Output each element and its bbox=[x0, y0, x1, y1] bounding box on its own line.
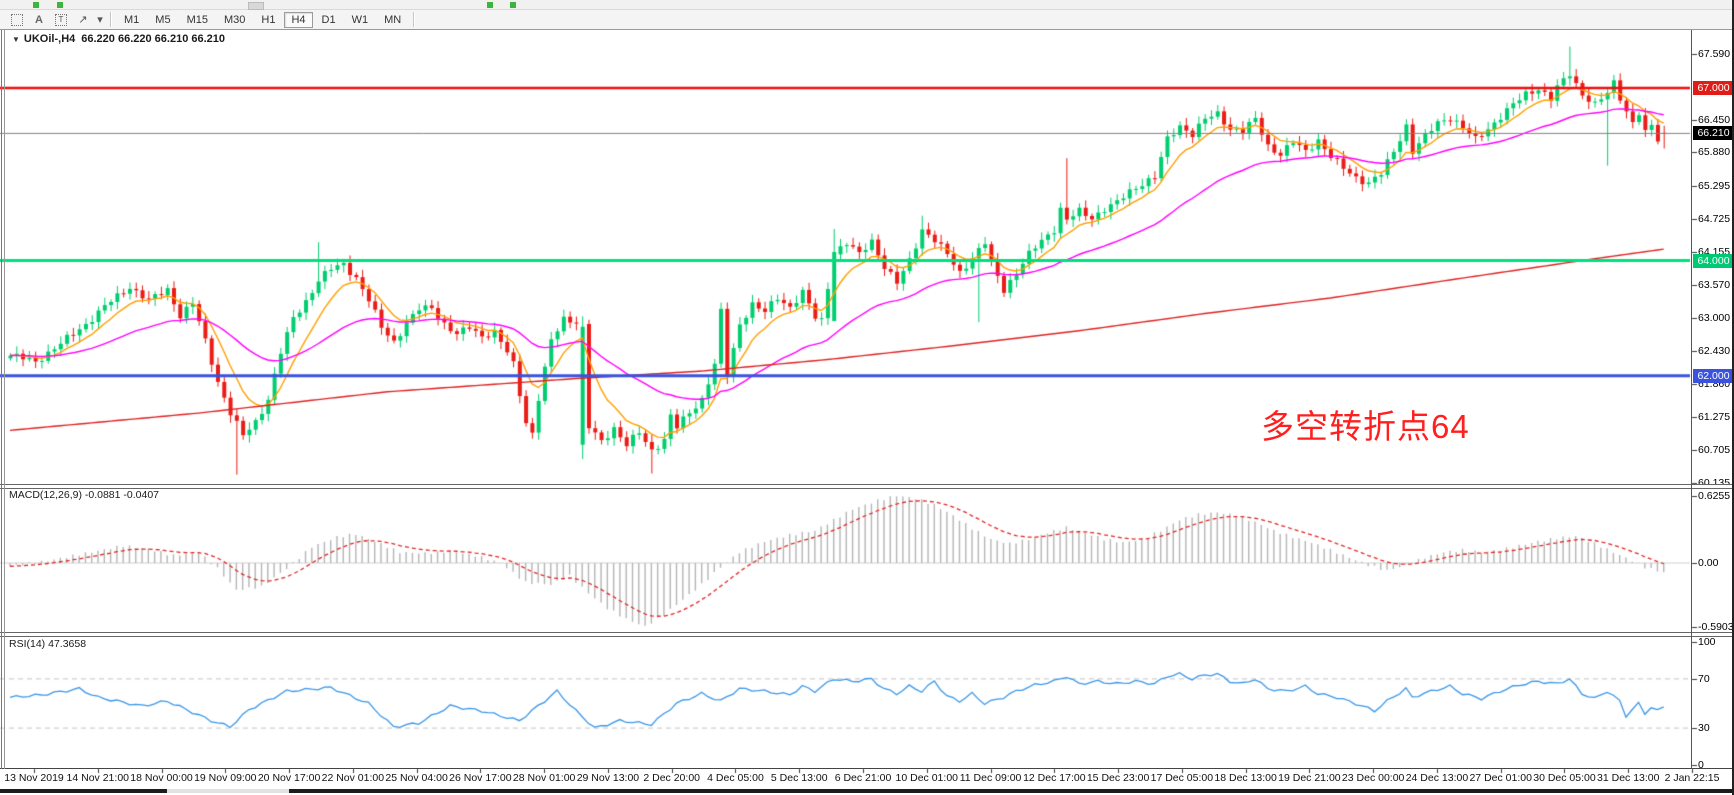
macd-axis-label: -0.5903 bbox=[1698, 621, 1734, 633]
macd-name: MACD(12,26,9) bbox=[9, 489, 82, 501]
time-axis-label: 18 Dec 13:00 bbox=[1214, 772, 1276, 784]
price-axis-label: 61.275 bbox=[1698, 411, 1730, 423]
price-axis-border bbox=[1691, 30, 1692, 769]
rsi-value: 47.3658 bbox=[48, 638, 86, 650]
time-axis-label: 26 Nov 17:00 bbox=[449, 772, 511, 784]
scrollbar-thumb[interactable] bbox=[167, 789, 289, 793]
time-axis-label: 12 Dec 17:00 bbox=[1023, 772, 1085, 784]
time-axis-label: 28 Nov 01:00 bbox=[513, 772, 575, 784]
rsi-bottom-border bbox=[0, 768, 1734, 769]
time-axis-label: 23 Dec 00:00 bbox=[1342, 772, 1404, 784]
time-axis-label: 29 Nov 13:00 bbox=[577, 772, 639, 784]
rsi-axis-label: 70 bbox=[1698, 673, 1710, 685]
price-axis-badge: 67.000 bbox=[1693, 81, 1734, 95]
chart-top-border bbox=[0, 29, 1734, 30]
time-axis-label: 31 Dec 13:00 bbox=[1597, 772, 1659, 784]
time-axis-label: 10 Dec 01:00 bbox=[896, 772, 958, 784]
macd-axis-label: 0.6255 bbox=[1698, 490, 1730, 502]
time-axis-label: 19 Dec 21:00 bbox=[1278, 772, 1340, 784]
price-axis-label: 63.570 bbox=[1698, 279, 1730, 291]
time-axis-label: 15 Dec 23:00 bbox=[1087, 772, 1149, 784]
price-axis-label: 64.725 bbox=[1698, 213, 1730, 225]
window-left-edge-inner bbox=[4, 30, 5, 769]
time-axis-label: 24 Dec 13:00 bbox=[1406, 772, 1468, 784]
chart-title: ▼ UKOil-,H4 66.220 66.220 66.210 66.210 bbox=[12, 33, 225, 45]
chart-annotation-text: 多空转折点64 bbox=[1261, 400, 1470, 448]
time-axis-label: 11 Dec 09:00 bbox=[960, 772, 1022, 784]
time-axis-label: 6 Dec 21:00 bbox=[835, 772, 892, 784]
time-axis-label: 13 Nov 2019 bbox=[4, 772, 64, 784]
rsi-indicator-label: RSI(14) 47.3658 bbox=[9, 638, 86, 650]
price-axis-label: 60.705 bbox=[1698, 444, 1730, 456]
window-left-edge bbox=[1, 30, 2, 769]
price-axis-label: 65.295 bbox=[1698, 180, 1730, 192]
time-axis-label: 22 Nov 01:00 bbox=[322, 772, 384, 784]
price-axis-badge: 62.000 bbox=[1693, 369, 1734, 383]
time-axis-label: 2 Dec 20:00 bbox=[643, 772, 700, 784]
price-axis-label: 66.450 bbox=[1698, 114, 1730, 126]
price-axis-label: 65.880 bbox=[1698, 146, 1730, 158]
time-axis-label: 25 Nov 04:00 bbox=[385, 772, 447, 784]
time-axis-label: 2 Jan 22:15 bbox=[1665, 772, 1720, 784]
main-macd-splitter[interactable] bbox=[0, 484, 1734, 489]
time-axis-label: 19 Nov 09:00 bbox=[194, 772, 256, 784]
time-axis-label: 30 Dec 05:00 bbox=[1533, 772, 1595, 784]
time-axis-label: 27 Dec 01:00 bbox=[1469, 772, 1531, 784]
symbol-period-label: UKOil-,H4 bbox=[24, 33, 75, 45]
collapse-triangle-icon[interactable]: ▼ bbox=[12, 35, 20, 44]
time-axis-label: 20 Nov 17:00 bbox=[258, 772, 320, 784]
trading-terminal-window: A T ↗ ▾ M1 M5 M15 M30 H1 H4 D1 W1 MN ▼UK… bbox=[0, 0, 1734, 795]
rsi-axis-label: 30 bbox=[1698, 722, 1710, 734]
time-axis-label: 17 Dec 05:00 bbox=[1151, 772, 1213, 784]
price-axis-label: 62.430 bbox=[1698, 345, 1730, 357]
macd-values: -0.0881 -0.0407 bbox=[85, 489, 159, 501]
time-axis-label: 5 Dec 13:00 bbox=[771, 772, 828, 784]
rsi-name: RSI(14) bbox=[9, 638, 45, 650]
rsi-axis-label: 0 bbox=[1698, 759, 1704, 771]
macd-axis-label: 0.00 bbox=[1698, 557, 1718, 569]
macd-indicator-label: MACD(12,26,9) -0.0881 -0.0407 bbox=[9, 489, 159, 501]
price-axis-label: 67.590 bbox=[1698, 48, 1730, 60]
time-axis-label: 18 Nov 00:00 bbox=[130, 772, 192, 784]
time-axis-label: 4 Dec 05:00 bbox=[707, 772, 764, 784]
price-axis-badge: 66.210 bbox=[1693, 126, 1734, 140]
ohlc-values: 66.220 66.220 66.210 66.210 bbox=[81, 33, 225, 45]
horizontal-scrollbar[interactable] bbox=[0, 789, 1734, 793]
time-axis-label: 14 Nov 21:00 bbox=[67, 772, 129, 784]
price-axis-label: 63.000 bbox=[1698, 312, 1730, 324]
chart-canvas[interactable] bbox=[0, 0, 1734, 795]
macd-rsi-splitter[interactable] bbox=[0, 632, 1734, 637]
rsi-axis-label: 100 bbox=[1698, 636, 1716, 648]
price-axis-badge: 64.000 bbox=[1693, 254, 1734, 268]
